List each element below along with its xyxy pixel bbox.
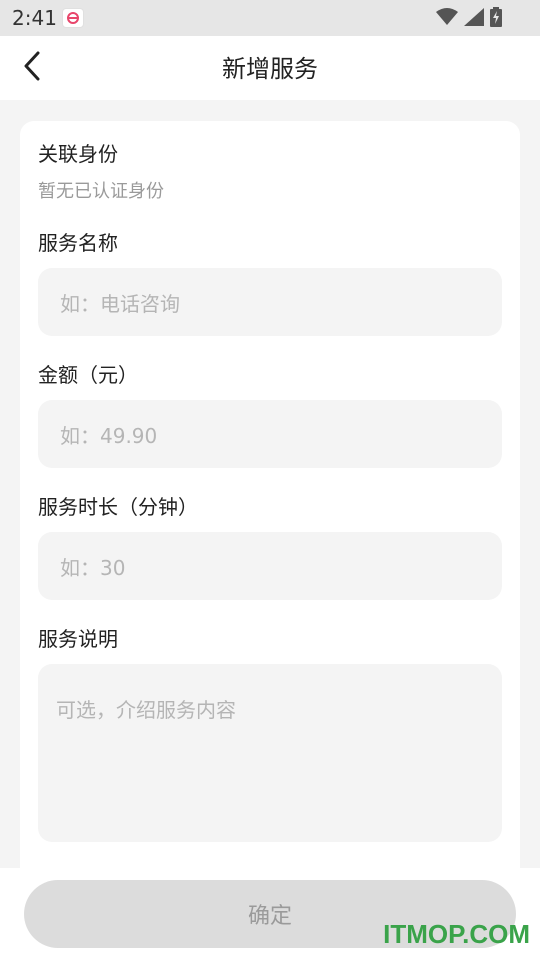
page-title: 新增服务 <box>222 55 318 83</box>
battery-icon <box>490 7 502 31</box>
identity-label: 关联身份 <box>38 142 118 166</box>
duration-label: 服务时长（分钟） <box>38 495 198 519</box>
identity-value: 暂无已认证身份 <box>38 181 164 202</box>
bottom-action-bar: 确定 ITMOP.COM <box>0 868 540 960</box>
nav-bar: 新增服务 <box>0 36 540 100</box>
status-bar: 2:41 <box>0 0 540 36</box>
status-icons <box>436 7 502 31</box>
site-watermark: ITMOP.COM <box>383 919 530 949</box>
service-name-label: 服务名称 <box>38 231 118 255</box>
wifi-icon <box>436 8 458 30</box>
service-form-card: 关联身份 暂无已认证身份 服务名称 如：电话咨询 金额（元） 如：49.90 服… <box>20 121 520 881</box>
signal-icon <box>464 8 484 30</box>
amount-label: 金额（元） <box>38 363 138 387</box>
app-notification-icon <box>62 8 84 28</box>
description-label: 服务说明 <box>38 627 118 651</box>
duration-input[interactable]: 如：30 <box>38 532 502 600</box>
description-textarea[interactable]: 可选，介绍服务内容 <box>38 664 502 842</box>
status-time: 2:41 <box>12 6 57 30</box>
service-name-input[interactable]: 如：电话咨询 <box>38 268 502 336</box>
amount-input[interactable]: 如：49.90 <box>38 400 502 468</box>
